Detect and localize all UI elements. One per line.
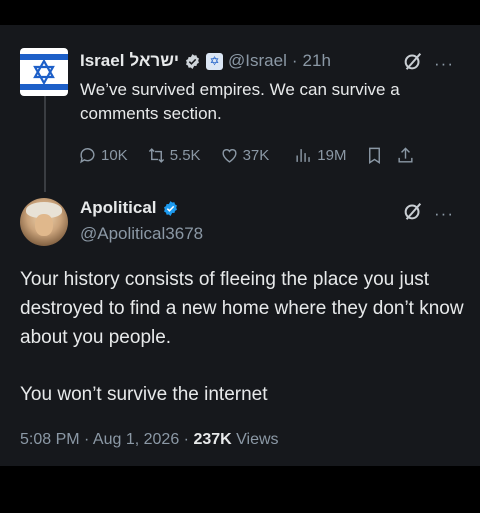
reply-count: 10K [101,147,128,164]
like-icon [222,149,237,163]
reply-top-right-icons: ··· [402,200,454,228]
retweet-button[interactable]: 5.5K [147,146,201,165]
bookmark-icon [369,147,381,164]
reply-handle[interactable]: @Apolitical3678 [80,224,203,244]
parent-tweet-text: We’ve survived empires. We can survive a… [80,80,400,123]
avatar-face [35,214,53,236]
reply-metadata: 5:08 PM · Aug 1, 2026 · 237K Views [20,431,279,449]
more-icon[interactable]: ··· [434,204,454,224]
retweet-icon [148,148,164,163]
reply-paragraph-1: Your history consists of fleeing the pla… [20,269,464,348]
reply-views-count: 237K [193,431,232,448]
parent-separator: · [291,51,298,70]
share-button[interactable] [396,146,415,165]
views-count: 19M [317,147,347,164]
share-icon [398,147,413,163]
like-count: 37K [242,147,270,164]
reply-button[interactable]: 10K [78,146,128,165]
parent-handle[interactable]: @Israel [228,51,287,71]
more-icon[interactable]: ··· [434,54,454,74]
flag-badge-icon: ✡ [206,52,224,70]
bookmark-button[interactable] [365,146,384,165]
grok-icon[interactable] [402,50,424,78]
views-icon [296,149,311,162]
parent-tweet-header: Israel ישראל ✡ @Israel · 21h [80,48,331,74]
verified-icon [186,53,199,69]
reply-header: Apolitical [80,198,179,218]
verified-icon [163,200,177,216]
thread-connector-line [44,80,46,192]
parent-display-name[interactable]: Israel [80,51,124,71]
grok-icon[interactable] [402,200,424,228]
parent-top-right-icons: ··· [402,50,454,78]
parent-hebrew-name[interactable]: ישראל [129,51,179,71]
reply-icon [80,148,95,164]
apolitical-avatar[interactable] [20,198,68,246]
reply-tweet-text: Your history consists of fleeing the pla… [20,265,465,409]
parent-action-bar: 10K 5.5K 37K 19M [78,146,460,165]
israel-avatar[interactable] [20,48,68,96]
views-button[interactable]: 19M [294,146,346,165]
retweet-count: 5.5K [169,147,201,164]
parent-time[interactable]: 21h [303,51,331,71]
reply-timestamp[interactable]: 5:08 PM · Aug 1, 2026 · [20,431,193,448]
reply-display-name[interactable]: Apolitical [80,198,157,218]
like-button[interactable]: 37K [220,146,270,165]
reply-paragraph-2: You won’t survive the internet [20,384,268,405]
star-of-david-icon [33,58,55,86]
reply-views-label: Views [236,431,279,448]
